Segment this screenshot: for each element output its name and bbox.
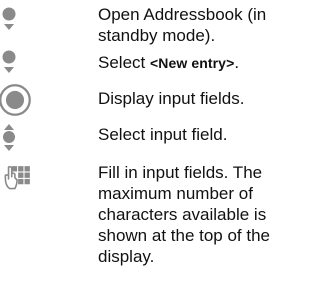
step-text-prefix: Select: [98, 53, 150, 72]
step-select-input-field: Select input field.: [0, 124, 324, 158]
step-fill-input-fields: Fill in input fields. The maximum number…: [0, 162, 324, 302]
step-text: Select <New entry>.: [98, 52, 318, 74]
keypad-press-icon: [4, 165, 30, 190]
nav-down-icon: [2, 7, 16, 30]
nav-down-icon: [2, 50, 16, 73]
step-display-input-fields: Display input fields.: [0, 84, 324, 122]
step-text-suffix: .: [234, 53, 240, 72]
step-select-new-entry: Select <New entry>.: [0, 50, 324, 78]
softkey-label: <New entry>: [149, 55, 235, 71]
step-open-addressbook: Open Addressbook (in standby mode).: [0, 4, 324, 48]
nav-up-down-icon: [3, 124, 15, 151]
step-text: Select input field.: [98, 125, 228, 144]
nav-center-select-icon: [0, 84, 31, 116]
step-text: Display input fields.: [98, 89, 245, 108]
step-text: Open Addressbook (in standby mode).: [98, 5, 267, 45]
step-text: Fill in input fields. The maximum number…: [98, 163, 271, 266]
